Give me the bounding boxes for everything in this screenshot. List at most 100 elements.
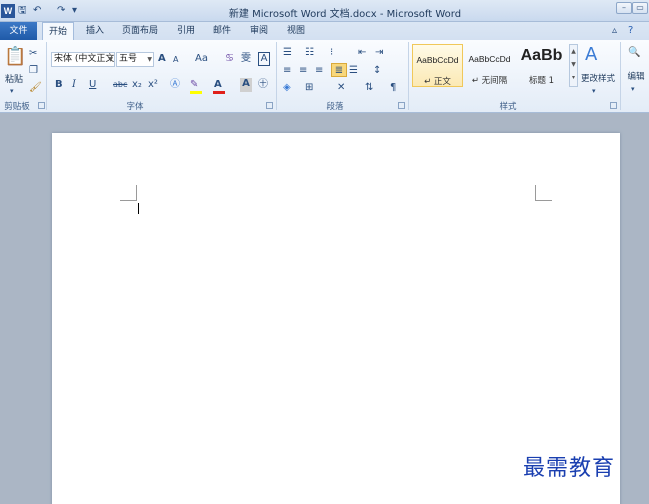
font-name-combo[interactable]: 宋体 (中文正文) ▼	[51, 52, 115, 67]
document-workspace	[0, 113, 649, 504]
font-launcher-icon[interactable]	[266, 102, 273, 109]
bullets-icon[interactable]: ☰	[283, 46, 292, 60]
change-styles-dropdown-icon[interactable]: ▾	[592, 84, 596, 98]
minimize-icon[interactable]: –	[616, 2, 632, 14]
distributed-icon[interactable]: ☰	[349, 64, 358, 78]
group-separator	[46, 42, 47, 110]
paste-icon[interactable]: 📋	[4, 44, 26, 70]
word-app-icon[interactable]: W	[1, 4, 15, 18]
tab-insert[interactable]: 插入	[78, 22, 112, 40]
show-formatting-icon[interactable]: ¶	[390, 81, 396, 95]
grow-font-icon[interactable]: A	[158, 52, 166, 66]
change-styles-label[interactable]: 更改样式	[580, 72, 616, 84]
paste-label[interactable]: 粘贴	[3, 72, 25, 85]
character-shading-icon[interactable]: A	[240, 78, 252, 92]
align-right-icon[interactable]: ≡	[315, 64, 323, 78]
paragraph-launcher-icon[interactable]	[398, 102, 405, 109]
style-sample: AaBbCcDd	[468, 54, 511, 64]
restore-icon[interactable]: ▭	[632, 2, 648, 14]
change-styles-icon[interactable]: A	[585, 44, 597, 66]
margin-mark-top-right	[535, 185, 536, 201]
copy-icon[interactable]: ❐	[29, 64, 38, 78]
justify-icon[interactable]: ≣	[331, 63, 347, 77]
decrease-indent-icon[interactable]: ⇤	[358, 46, 366, 60]
ribbon: 📋 粘贴 ▾ ✂ ❐ 🖌 剪贴板 宋体 (中文正文) ▼ 五号 ▼ A A Aa…	[0, 40, 649, 113]
undo-icon[interactable]: ↶	[33, 4, 41, 18]
styles-group-label: 样式	[499, 102, 517, 112]
strikethrough-icon[interactable]: abc	[113, 78, 127, 92]
italic-icon[interactable]: I	[72, 78, 76, 92]
ribbon-tab-bar: 文件 开始 插入 页面布局 引用 邮件 审阅 视图 ▵ ?	[0, 22, 649, 41]
clipboard-group-label: 剪贴板	[4, 102, 30, 112]
help-icon[interactable]: ▵	[612, 24, 617, 38]
style-heading-1[interactable]: AaBb 标题 1	[516, 44, 567, 87]
clear-formatting-icon[interactable]: ♋	[225, 52, 234, 66]
phonetic-guide-icon[interactable]: 雯	[241, 52, 251, 66]
enclose-characters-icon[interactable]: ㊉	[258, 78, 268, 92]
text-effects-icon[interactable]: Ⓐ	[170, 78, 180, 92]
styles-launcher-icon[interactable]	[610, 102, 617, 109]
align-left-icon[interactable]: ≡	[283, 64, 291, 78]
font-size-value: 五号	[119, 54, 138, 64]
character-border-icon[interactable]: A	[258, 52, 270, 66]
customize-toolbar-icon[interactable]: ▾	[72, 4, 77, 18]
style-no-spacing[interactable]: AaBbCcDd ↵ 无间隔	[464, 44, 515, 87]
clipboard-launcher-icon[interactable]	[38, 102, 45, 109]
align-center-icon[interactable]: ≡	[299, 64, 307, 78]
borders-icon[interactable]: ⊞	[305, 81, 313, 95]
cut-icon[interactable]: ✂	[29, 47, 37, 61]
find-icon[interactable]: 🔍	[628, 46, 640, 60]
styles-scroll[interactable]: ▲ ▼ ▾	[569, 44, 578, 87]
style-name: ↵ 无间隔	[471, 76, 508, 86]
paragraph-group-label: 段落	[326, 102, 344, 112]
chevron-down-icon: ▼	[147, 56, 152, 63]
font-size-combo[interactable]: 五号 ▼	[116, 52, 154, 67]
tab-page-layout[interactable]: 页面布局	[116, 22, 164, 40]
help-question-icon[interactable]: ?	[628, 24, 633, 38]
style-sample: AaBb	[520, 47, 563, 64]
group-separator	[276, 42, 277, 110]
line-spacing-icon[interactable]: ↕	[373, 64, 381, 78]
numbering-icon[interactable]: ☷	[305, 46, 314, 60]
tab-view[interactable]: 视图	[280, 22, 312, 40]
editing-dropdown-icon[interactable]: ▾	[631, 82, 635, 96]
subscript-icon[interactable]: x₂	[132, 78, 142, 92]
margin-mark-top-left	[136, 185, 137, 201]
document-page[interactable]	[52, 133, 620, 504]
underline-icon[interactable]: U	[89, 78, 96, 92]
highlight-icon[interactable]: ✎	[190, 78, 198, 92]
text-cursor	[138, 203, 139, 214]
increase-indent-icon[interactable]: ⇥	[375, 46, 383, 60]
watermark-text: 最需教育	[523, 456, 616, 481]
tab-references[interactable]: 引用	[170, 22, 202, 40]
font-group-label: 字体	[126, 102, 144, 112]
margin-mark-top-right	[535, 200, 552, 201]
shading-icon[interactable]: ◈	[283, 81, 291, 95]
change-case-icon[interactable]: Aa	[195, 52, 208, 66]
style-sample: AaBbCcDd	[416, 55, 459, 65]
style-name: ↵ 正文	[424, 77, 451, 87]
shrink-font-icon[interactable]: A	[173, 53, 178, 67]
group-separator	[408, 42, 409, 110]
multilevel-list-icon[interactable]: ⁝	[330, 46, 333, 60]
tab-home[interactable]: 开始	[42, 22, 74, 41]
chinese-layout-icon[interactable]: ✕	[337, 81, 345, 95]
bold-icon[interactable]: B	[55, 78, 63, 92]
font-color-swatch	[213, 91, 225, 94]
group-separator	[620, 42, 621, 110]
font-color-icon[interactable]: A	[214, 78, 222, 92]
superscript-icon[interactable]: x²	[148, 78, 158, 92]
sort-icon[interactable]: ⇅	[365, 81, 373, 95]
tab-mailings[interactable]: 邮件	[206, 22, 238, 40]
style-name: 标题 1	[528, 76, 555, 86]
tab-file[interactable]: 文件	[0, 22, 37, 40]
tab-review[interactable]: 审阅	[243, 22, 275, 40]
redo-icon[interactable]: ↷	[57, 4, 65, 18]
format-painter-icon[interactable]: 🖌	[29, 81, 42, 95]
style-normal[interactable]: AaBbCcDd ↵ 正文	[412, 44, 463, 87]
save-icon[interactable]: 🖫	[18, 4, 27, 18]
editing-label[interactable]: 编辑	[624, 70, 648, 82]
paste-dropdown-icon[interactable]: ▾	[10, 84, 14, 98]
window-title: 新建 Microsoft Word 文档.docx - Microsoft Wo…	[228, 9, 462, 20]
margin-mark-top-left	[120, 200, 137, 201]
